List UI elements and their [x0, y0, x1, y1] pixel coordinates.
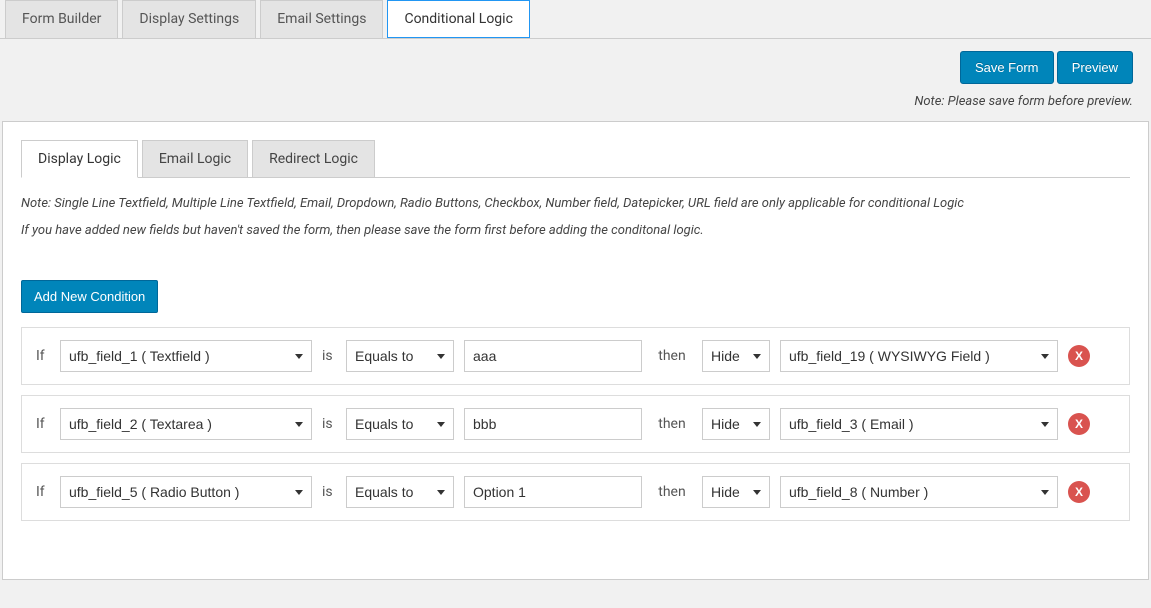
then-label: then: [652, 484, 692, 500]
field-select[interactable]: ufb_field_1 ( Textfield ): [60, 340, 312, 372]
preview-button[interactable]: Preview: [1057, 51, 1133, 84]
if-label: If: [36, 348, 50, 364]
inner-tab-bar: Display LogicEmail LogicRedirect Logic: [21, 140, 1130, 178]
target-select[interactable]: ufb_field_3 ( Email ): [780, 408, 1058, 440]
is-label: is: [322, 348, 336, 364]
condition-row: If ufb_field_1 ( Textfield ) is Equals to th…: [21, 327, 1130, 385]
action-buttons-area: Save Form Preview: [0, 39, 1151, 90]
save-form-button[interactable]: Save Form: [960, 51, 1054, 84]
top-tab-email-settings[interactable]: Email Settings: [260, 0, 383, 38]
condition-row: If ufb_field_5 ( Radio Button ) is Equals t…: [21, 463, 1130, 521]
value-input[interactable]: [464, 476, 642, 508]
then-label: then: [652, 348, 692, 364]
target-select[interactable]: ufb_field_8 ( Number ): [780, 476, 1058, 508]
is-label: is: [322, 484, 336, 500]
field-select[interactable]: ufb_field_2 ( Textarea ): [60, 408, 312, 440]
remove-condition-button[interactable]: X: [1068, 413, 1090, 435]
condition-row: If ufb_field_2 ( Textarea ) is Equals to the…: [21, 395, 1130, 453]
top-tab-form-builder[interactable]: Form Builder: [5, 0, 118, 38]
action-select[interactable]: Hide: [702, 476, 770, 508]
operator-select[interactable]: Equals to: [346, 408, 454, 440]
action-select[interactable]: Hide: [702, 408, 770, 440]
inner-tab-email-logic[interactable]: Email Logic: [142, 140, 248, 177]
save-before-preview-note: Note: Please save form before preview.: [0, 90, 1151, 121]
conditional-logic-panel: Display LogicEmail LogicRedirect Logic N…: [2, 121, 1149, 580]
if-label: If: [36, 484, 50, 500]
is-label: is: [322, 416, 336, 432]
top-tab-conditional-logic[interactable]: Conditional Logic: [387, 0, 529, 38]
then-label: then: [652, 416, 692, 432]
remove-condition-button[interactable]: X: [1068, 345, 1090, 367]
operator-select[interactable]: Equals to: [346, 340, 454, 372]
field-select[interactable]: ufb_field_5 ( Radio Button ): [60, 476, 312, 508]
operator-select[interactable]: Equals to: [346, 476, 454, 508]
inner-tab-display-logic[interactable]: Display Logic: [21, 140, 138, 178]
inner-tab-redirect-logic[interactable]: Redirect Logic: [252, 140, 375, 177]
value-input[interactable]: [464, 408, 642, 440]
target-select[interactable]: ufb_field_19 ( WYSIWYG Field ): [780, 340, 1058, 372]
value-input[interactable]: [464, 340, 642, 372]
action-select[interactable]: Hide: [702, 340, 770, 372]
conditions-list: If ufb_field_1 ( Textfield ) is Equals to th…: [21, 327, 1130, 521]
save-first-note: If you have added new fields but haven't…: [21, 223, 1130, 238]
applicable-fields-note: Note: Single Line Textfield, Multiple Li…: [21, 196, 1130, 211]
top-tab-bar: Form BuilderDisplay SettingsEmail Settin…: [0, 0, 1151, 39]
remove-condition-button[interactable]: X: [1068, 481, 1090, 503]
top-tab-display-settings[interactable]: Display Settings: [122, 0, 256, 38]
if-label: If: [36, 416, 50, 432]
add-new-condition-button[interactable]: Add New Condition: [21, 280, 158, 313]
